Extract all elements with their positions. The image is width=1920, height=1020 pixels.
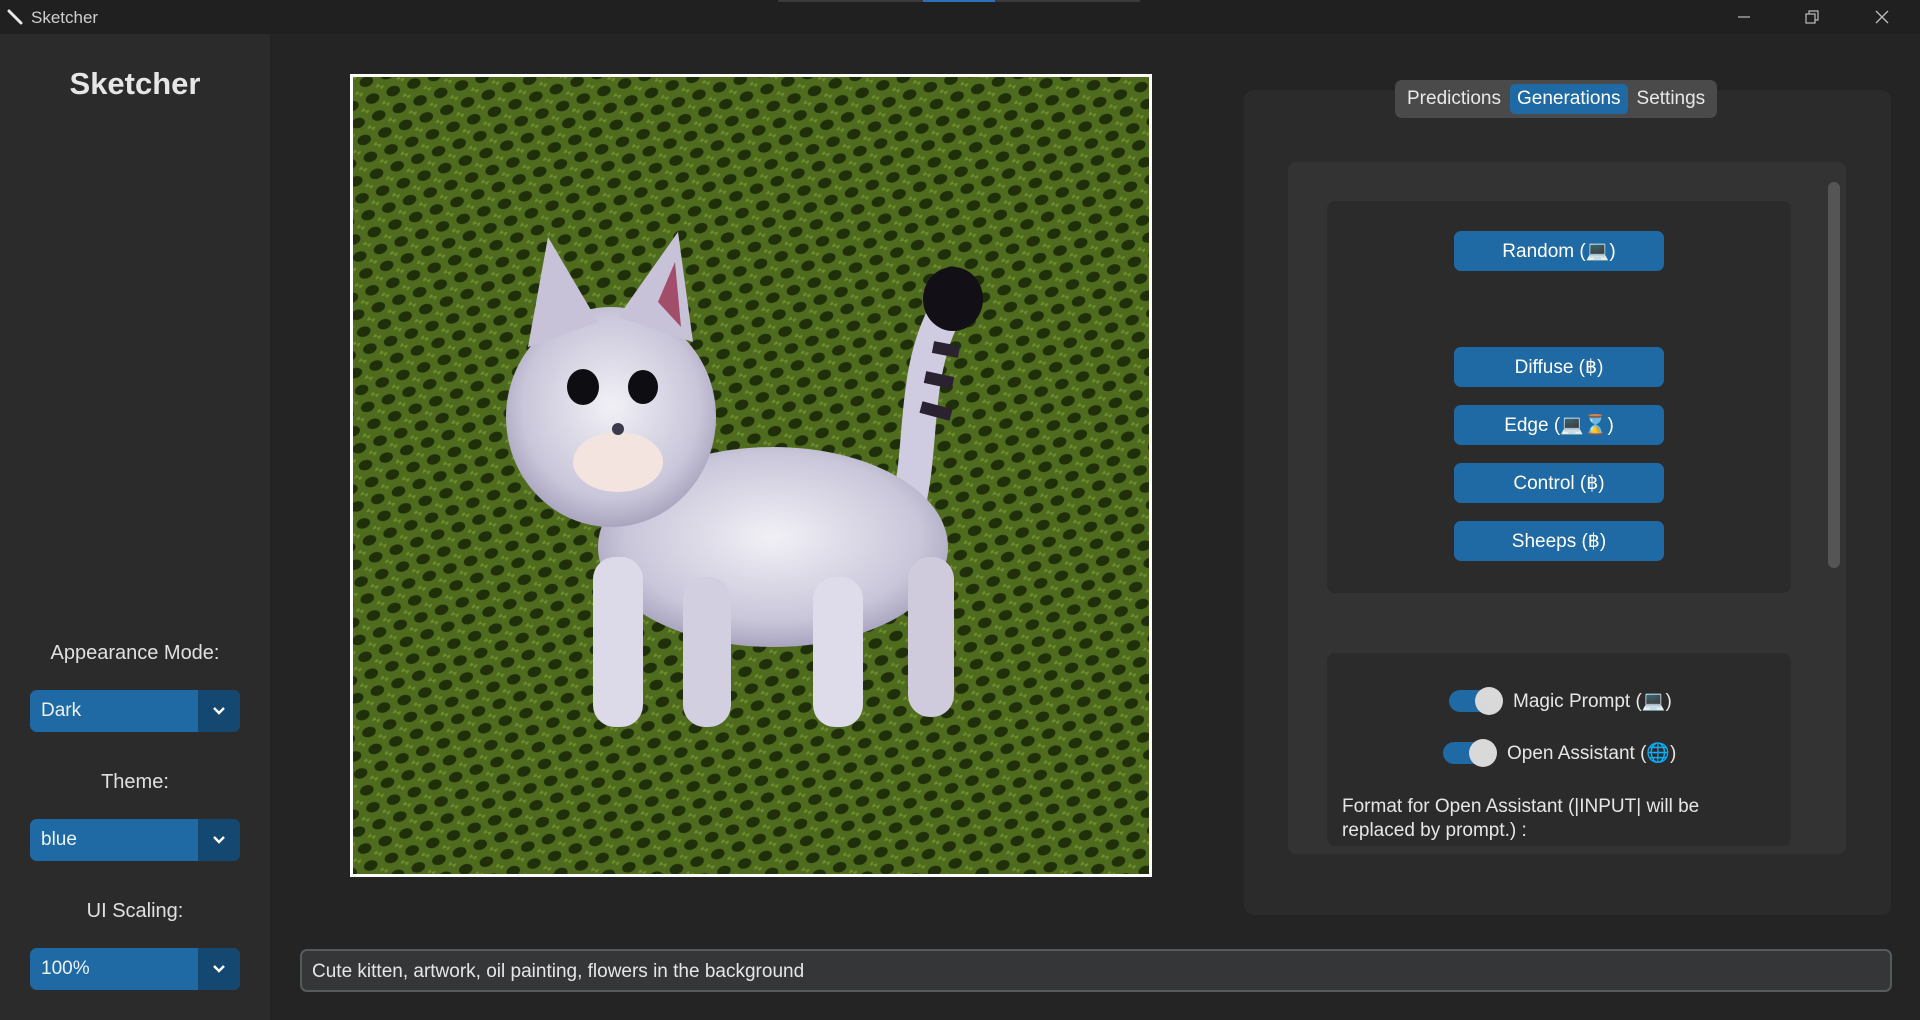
ui-scaling-label: UI Scaling: (86, 900, 184, 922)
sheeps-button[interactable]: Sheeps (฿) (1454, 521, 1664, 561)
tab-generations[interactable]: Generations (1510, 84, 1628, 114)
theme-label: Theme: (101, 771, 169, 793)
canvas-frame (350, 74, 1152, 877)
restore-icon (1805, 10, 1819, 24)
sidebar: Sketcher Appearance Mode: Dark Theme: bl… (0, 34, 270, 1020)
ui-scaling-arrow[interactable] (198, 948, 240, 990)
edge-button[interactable]: Edge (💻⌛) (1454, 405, 1664, 445)
close-button[interactable] (1850, 0, 1914, 34)
theme-value: blue (41, 829, 77, 850)
drawing-canvas[interactable] (353, 77, 1149, 874)
prompt-input[interactable] (310, 951, 1874, 992)
magic-prompt-switch[interactable] (1449, 687, 1503, 715)
close-icon (1875, 10, 1889, 24)
switch-knob (1475, 687, 1503, 715)
appearance-mode-label: Appearance Mode: (50, 642, 220, 664)
tab-settings[interactable]: Settings (1630, 84, 1713, 114)
open-assistant-label: Open Assistant (🌐) (1507, 743, 1677, 764)
appearance-mode-arrow[interactable] (198, 690, 240, 732)
ui-scaling-dropdown[interactable]: 100% (30, 948, 240, 990)
minimize-button[interactable] (1712, 0, 1776, 34)
open-assistant-switch[interactable] (1443, 739, 1497, 767)
appearance-mode-value: Dark (41, 700, 82, 721)
restore-button[interactable] (1780, 0, 1844, 34)
title-bar: Sketcher (0, 0, 1920, 34)
chevron-down-icon (213, 836, 225, 844)
switch-knob (1469, 739, 1497, 767)
prompt-entry[interactable] (300, 949, 1892, 992)
diffuse-button[interactable]: Diffuse (฿) (1454, 347, 1664, 387)
theme-arrow[interactable] (198, 819, 240, 861)
ui-scaling-value: 100% (41, 958, 90, 979)
magic-prompt-label: Magic Prompt (💻) (1513, 691, 1672, 712)
theme-dropdown[interactable]: blue (30, 819, 240, 861)
chevron-down-icon (213, 965, 225, 973)
minimize-icon (1738, 16, 1750, 18)
chevron-down-icon (213, 707, 225, 715)
app-logo: Sketcher (69, 66, 201, 101)
magic-prompt-row[interactable]: Magic Prompt (💻) (1449, 686, 1672, 716)
open-assistant-row[interactable]: Open Assistant (🌐) (1443, 738, 1676, 768)
random-button[interactable]: Random (💻) (1454, 231, 1664, 271)
pencil-icon (7, 9, 23, 25)
tab-segmented-button: Predictions Generations Settings (1395, 80, 1718, 118)
window-title: Sketcher (31, 8, 99, 27)
title-bar-indicator-active (923, 0, 995, 2)
control-button[interactable]: Control (฿) (1454, 463, 1664, 503)
open-assistant-format-label: Format for Open Assistant (|INPUT| will … (1342, 796, 1700, 841)
tab-predictions[interactable]: Predictions (1400, 84, 1508, 114)
scrollbar-thumb[interactable] (1828, 182, 1840, 568)
appearance-mode-dropdown[interactable]: Dark (30, 690, 240, 732)
